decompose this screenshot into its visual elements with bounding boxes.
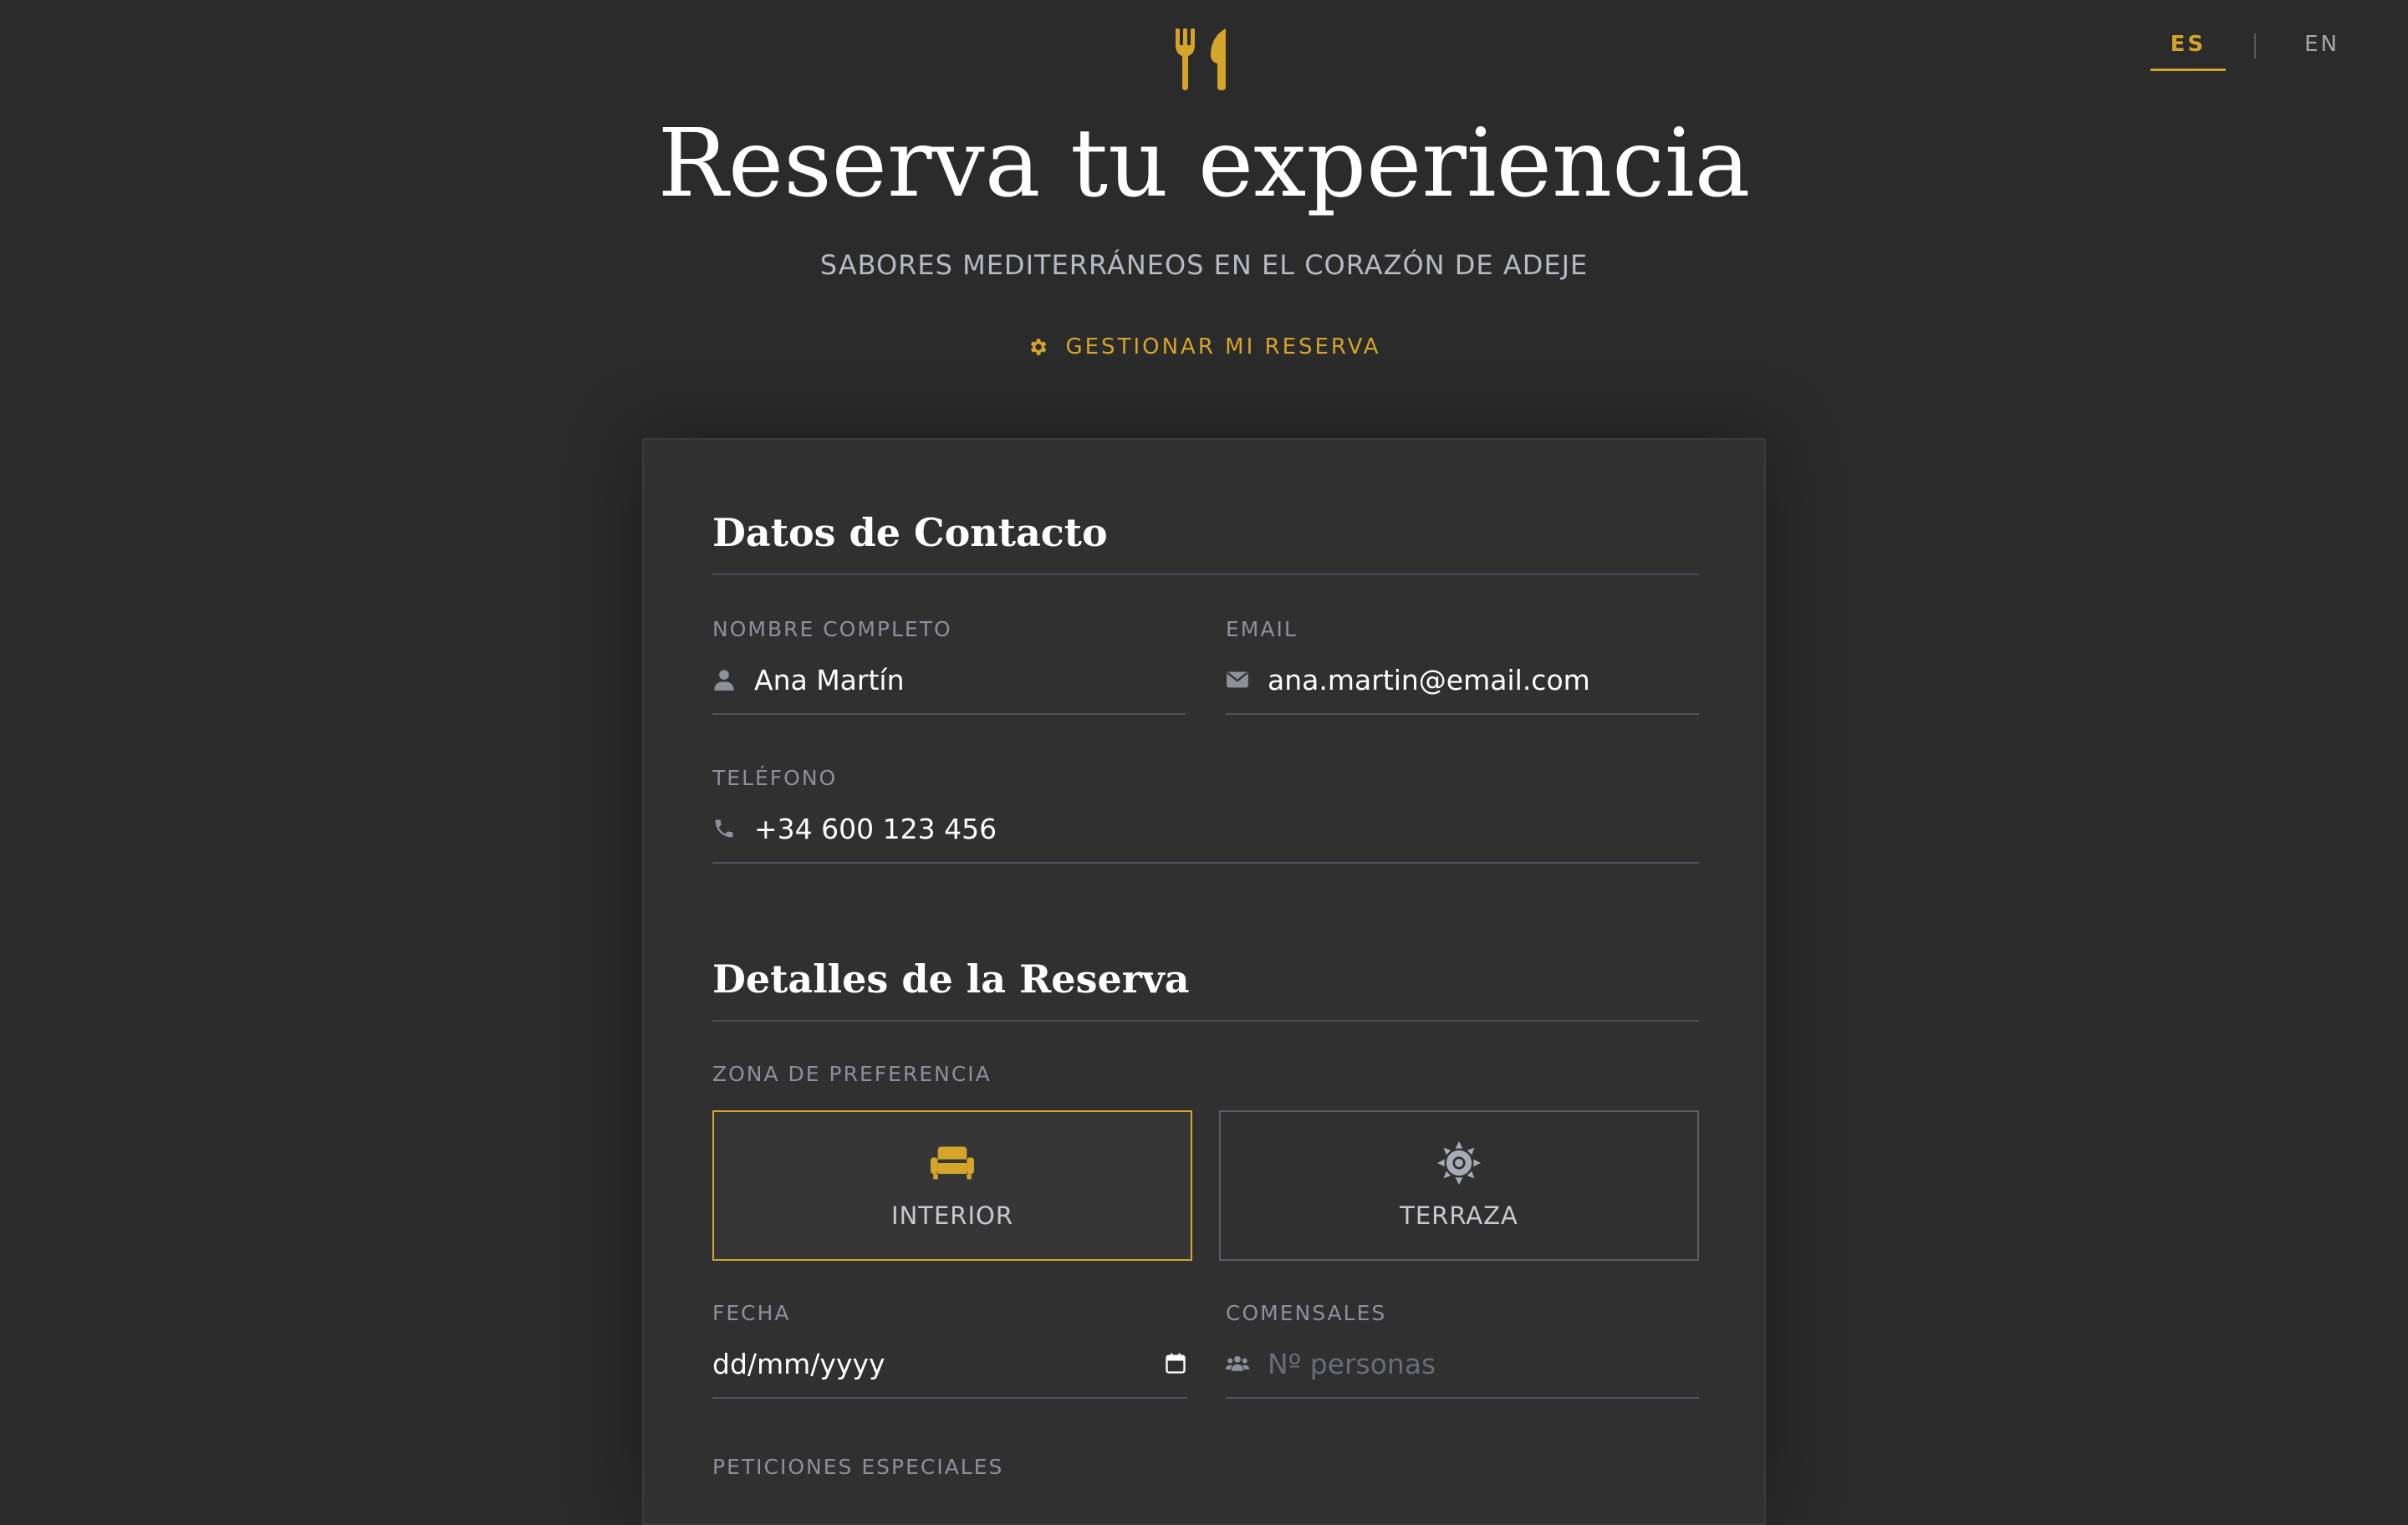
email-value: ana.martin@email.com bbox=[1268, 663, 1590, 696]
envelope-icon bbox=[1227, 671, 1248, 688]
date-input[interactable]: dd/mm/yyyy bbox=[712, 1345, 1187, 1399]
zone-option-interior[interactable]: INTERIOR bbox=[712, 1110, 1192, 1261]
users-icon bbox=[1226, 1355, 1249, 1371]
phone-value: +34 600 123 456 bbox=[754, 812, 997, 845]
page-subtitle: SABORES MEDITERRÁNEOS EN EL CORAZÓN DE A… bbox=[819, 249, 1589, 281]
guests-placeholder: Nº personas bbox=[1268, 1347, 1436, 1380]
phone-field: TELÉFONO +34 600 123 456 bbox=[712, 766, 1699, 864]
phone-input[interactable]: +34 600 123 456 bbox=[712, 810, 1699, 864]
date-placeholder: dd/mm/yyyy bbox=[712, 1347, 885, 1380]
email-input[interactable]: ana.martin@email.com bbox=[1226, 661, 1699, 715]
name-input[interactable]: Ana Martín bbox=[712, 661, 1186, 715]
details-section-title: Detalles de la Reserva bbox=[712, 956, 1699, 1022]
guests-label: COMENSALES bbox=[1226, 1301, 1387, 1325]
phone-label: TELÉFONO bbox=[712, 766, 838, 790]
email-label: EMAIL bbox=[1226, 617, 1298, 641]
lang-option-es[interactable]: ES bbox=[2150, 32, 2227, 71]
guests-input[interactable]: Nº personas bbox=[1226, 1345, 1699, 1399]
sun-icon bbox=[1437, 1141, 1481, 1185]
user-icon bbox=[714, 670, 734, 691]
manage-reservation-link[interactable]: GESTIONAR MI RESERVA bbox=[0, 334, 2408, 360]
zone-interior-label: INTERIOR bbox=[891, 1201, 1013, 1230]
zone-label: ZONA DE PREFERENCIA bbox=[712, 1062, 992, 1086]
lang-divider bbox=[2254, 33, 2257, 59]
date-field: FECHA dd/mm/yyyy bbox=[712, 1301, 1187, 1399]
date-label: FECHA bbox=[712, 1301, 791, 1325]
name-label: NOMBRE COMPLETO bbox=[712, 617, 952, 641]
phone-icon bbox=[715, 819, 733, 838]
calendar-icon[interactable] bbox=[1164, 1352, 1187, 1375]
reservation-form-card: Datos de Contacto NOMBRE COMPLETO Ana Ma… bbox=[642, 438, 1766, 1525]
gear-icon bbox=[1031, 339, 1047, 355]
language-switch: ES EN bbox=[2150, 32, 2360, 71]
zone-option-terraza[interactable]: TERRAZA bbox=[1219, 1110, 1699, 1261]
page-title: Reserva tu experiencia bbox=[657, 110, 1751, 218]
sofa-icon bbox=[931, 1146, 974, 1180]
fork-knife-icon bbox=[1176, 28, 1226, 90]
lang-option-en[interactable]: EN bbox=[2284, 32, 2360, 71]
zone-terraza-label: TERRAZA bbox=[1400, 1201, 1518, 1230]
email-field: EMAIL ana.martin@email.com bbox=[1226, 617, 1699, 715]
manage-reservation-label: GESTIONAR MI RESERVA bbox=[1065, 334, 1381, 360]
guests-field: COMENSALES Nº personas bbox=[1226, 1301, 1699, 1399]
contact-section-title: Datos de Contacto bbox=[712, 510, 1699, 575]
special-requests-label: PETICIONES ESPECIALES bbox=[712, 1455, 1004, 1479]
name-value: Ana Martín bbox=[754, 663, 905, 696]
name-field: NOMBRE COMPLETO Ana Martín bbox=[712, 617, 1186, 715]
